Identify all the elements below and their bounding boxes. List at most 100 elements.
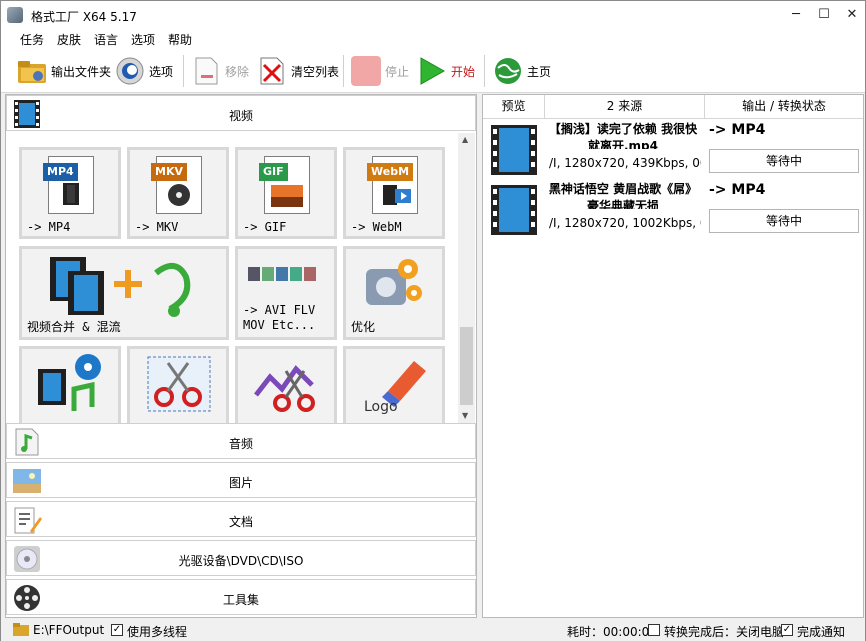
category-document[interactable]: 文档 (6, 501, 476, 537)
gif-file-icon: GIF (259, 156, 310, 214)
notify-label: 完成通知 (797, 625, 846, 639)
tile-label: 优化 (351, 320, 376, 334)
toolbar-separator (484, 55, 485, 87)
tile-audio-video[interactable] (19, 346, 121, 423)
task-source-name: 【搁浅】读完了依赖 我很快就离开.mp4 (548, 122, 698, 149)
tile-label: -> MP4 (27, 220, 71, 234)
stop-button[interactable]: 停止 (351, 53, 409, 89)
merge-icon (50, 257, 191, 317)
multithread-checkbox[interactable]: ✓ (111, 624, 123, 636)
video-thumbnail-icon (491, 185, 537, 235)
menu-help[interactable]: 帮助 (168, 31, 192, 48)
video-function-grid: MP4 -> MP4 MKV -> MKV GIF -> GIF WebM ->… (7, 133, 457, 423)
stop-icon (351, 56, 381, 86)
window-title: 格式工厂 X64 5.17 (31, 10, 137, 24)
task-source-info: /I, 1280x720, 439Kbps, 00: (549, 156, 701, 170)
minimize-button[interactable]: ─ (781, 1, 811, 29)
optimize-gear-icon (366, 259, 422, 305)
app-window: 格式工厂 X64 5.17 ─ ☐ ✕ 任务 皮肤 语言 选项 帮助 输出文件夹… (0, 0, 866, 641)
globe-icon (493, 56, 523, 86)
task-row[interactable]: 【搁浅】读完了依赖 我很快就离开.mp4 /I, 1280x720, 439Kb… (483, 119, 863, 179)
tile-to-webm[interactable]: WebM -> WebM (343, 147, 445, 239)
task-source-info: /I, 1280x720, 1002Kbps, 00 (549, 216, 701, 230)
scroll-down-icon[interactable]: ▼ (462, 411, 468, 420)
column-source[interactable]: 2 来源 (545, 95, 705, 119)
task-status: 等待中 (709, 149, 859, 173)
maximize-button[interactable]: ☐ (809, 1, 839, 29)
tile-to-other-formats[interactable]: -> AVI FLV MOV Etc... (235, 246, 337, 340)
eraser-logo-icon: Logo (364, 361, 426, 415)
category-document-label: 文档 (228, 515, 253, 529)
start-label: 开始 (451, 64, 476, 79)
clear-list-button[interactable]: 清空列表 (257, 53, 339, 89)
category-tools[interactable]: 工具集 (6, 579, 476, 615)
output-path[interactable]: E:\FFOutput (33, 623, 104, 637)
scrollbar-thumb[interactable] (460, 327, 473, 405)
gear-icon (115, 56, 145, 86)
stop-label: 停止 (385, 64, 410, 79)
task-list-panel: 预览 2 来源 输出 / 转换状态 【搁浅】读完了依赖 我很快就离开.mp4 /… (482, 94, 864, 618)
tile-logo[interactable]: Logo (343, 346, 445, 423)
menu-bar: 任务 皮肤 语言 选项 帮助 (1, 29, 865, 49)
mkv-file-icon: MKV (151, 156, 202, 214)
column-output-status[interactable]: 输出 / 转换状态 (705, 95, 863, 119)
home-button[interactable]: 主页 (493, 53, 551, 89)
av-split-icon (38, 354, 101, 411)
category-rom[interactable]: 光驱设备\DVD\CD\ISO (6, 540, 476, 576)
start-button[interactable]: 开始 (417, 53, 475, 89)
cut-icon (254, 365, 315, 412)
webm-file-icon: WebM (367, 156, 418, 214)
tile-label: -> GIF (243, 220, 287, 234)
tile-merge-mux[interactable]: 视频合并 & 混流 (19, 246, 229, 340)
tile-label: -> MKV (135, 220, 179, 234)
category-video-label: 视频 (228, 109, 253, 123)
category-audio[interactable]: 音频 (6, 423, 476, 459)
options-button[interactable]: 选项 (115, 53, 173, 89)
toolbar-separator (183, 55, 184, 87)
close-button[interactable]: ✕ (837, 1, 866, 29)
menu-language[interactable]: 语言 (94, 31, 118, 48)
home-label: 主页 (527, 64, 552, 79)
tile-optimize[interactable]: 优化 (343, 246, 445, 340)
elapsed-time: 耗时：00:00:00 (567, 625, 657, 639)
video-thumbnail-icon (491, 125, 537, 175)
menu-options[interactable]: 选项 (131, 31, 155, 48)
menu-task[interactable]: 任务 (20, 31, 44, 48)
video-grid-scrollbar[interactable]: ▲ ▼ (458, 133, 475, 423)
category-audio-label: 音频 (228, 437, 253, 451)
clear-list-label: 清空列表 (291, 64, 340, 79)
tile-crop[interactable] (127, 346, 229, 423)
tile-to-mkv[interactable]: MKV -> MKV (127, 147, 229, 239)
category-image[interactable]: 图片 (6, 462, 476, 498)
options-label: 选项 (149, 64, 174, 79)
folder-icon (17, 56, 47, 86)
tile-to-mp4[interactable]: MP4 -> MP4 (19, 147, 121, 239)
task-row[interactable]: 黑神话悟空 黄眉战歌《屌》 豪华典藏无损 /I, 1280x720, 1002K… (483, 179, 863, 239)
folder-icon[interactable] (13, 622, 29, 636)
mp4-file-icon: MP4 (43, 156, 94, 214)
notify-checkbox[interactable]: ✓ (781, 624, 793, 636)
app-icon (7, 7, 23, 23)
tile-label: -> WebM (351, 220, 402, 234)
after-done-checkbox[interactable] (648, 624, 660, 636)
tile-to-gif[interactable]: GIF -> GIF (235, 147, 337, 239)
output-folder-button[interactable]: 输出文件夹 (17, 53, 111, 89)
column-preview[interactable]: 预览 (483, 95, 545, 119)
scroll-up-icon[interactable]: ▲ (462, 135, 468, 144)
category-rom-label: 光驱设备\DVD\CD\ISO (178, 554, 304, 568)
menu-skin[interactable]: 皮肤 (57, 31, 81, 48)
toolbar-separator (343, 55, 344, 87)
category-tools-label: 工具集 (222, 593, 259, 607)
title-bar: 格式工厂 X64 5.17 ─ ☐ ✕ (1, 1, 865, 29)
category-video[interactable]: 视频 (6, 95, 476, 131)
remove-button[interactable]: 移除 (191, 53, 249, 89)
svg-text:Logo: Logo (364, 399, 398, 415)
task-output-format: -> MP4 (709, 182, 766, 198)
task-output-format: -> MP4 (709, 122, 766, 138)
scissors-icon (147, 356, 211, 412)
tile-cut[interactable] (235, 346, 337, 423)
after-done-label: 转换完成后：关闭电脑 (664, 625, 785, 639)
task-status: 等待中 (709, 209, 859, 233)
task-source-name: 黑神话悟空 黄眉战歌《屌》 豪华典藏无损 (548, 182, 698, 209)
remove-doc-icon (191, 56, 221, 86)
